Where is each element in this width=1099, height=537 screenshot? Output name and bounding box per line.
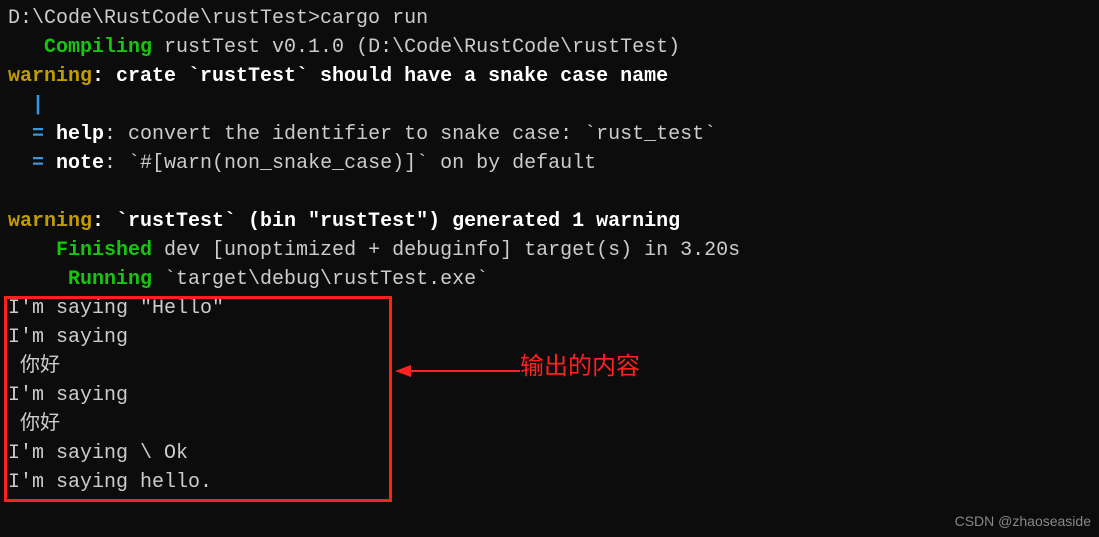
warning-text: : `rustTest` (bin "rustTest") generated … [92,210,680,233]
finished-line: Finished dev [unoptimized + debuginfo] t… [8,236,1091,265]
warning-label: warning [8,210,92,233]
compiling-label: Compiling [8,36,152,59]
running-label: Running [8,268,152,291]
watermark-text: CSDN @zhaoseaside [955,511,1091,531]
output-line-5: 你好 [8,410,1091,439]
help-line: = help: convert the identifier to snake … [8,120,1091,149]
running-text: `target\debug\rustTest.exe` [152,268,488,291]
output-line-4: I'm saying [8,381,1091,410]
pipe-line: | [8,91,1091,120]
output-line-2: I'm saying [8,323,1091,352]
output-line-3: 你好 [8,352,1091,381]
pipe-indent: | [8,94,44,117]
prompt-line: D:\Code\RustCode\rustTest>cargo run [8,4,1091,33]
warning-line-1: warning: crate `rustTest` should have a … [8,62,1091,91]
finished-label: Finished [8,239,152,262]
warning-label: warning [8,65,92,88]
note-line: = note: `#[warn(non_snake_case)]` on by … [8,149,1091,178]
note-prefix: = [8,152,56,175]
finished-text: dev [unoptimized + debuginfo] target(s) … [152,239,740,262]
help-prefix: = [8,123,56,146]
help-label: help [56,123,104,146]
blank-line [8,178,1091,207]
terminal-output: D:\Code\RustCode\rustTest>cargo run Comp… [8,4,1091,497]
warning-line-2: warning: `rustTest` (bin "rustTest") gen… [8,207,1091,236]
running-line: Running `target\debug\rustTest.exe` [8,265,1091,294]
note-label: note [56,152,104,175]
compiling-line: Compiling rustTest v0.1.0 (D:\Code\RustC… [8,33,1091,62]
warning-text: : crate `rustTest` should have a snake c… [92,65,668,88]
help-text: : convert the identifier to snake case: … [104,123,716,146]
output-line-7: I'm saying hello. [8,468,1091,497]
output-line-1: I'm saying "Hello" [8,294,1091,323]
compiling-text: rustTest v0.1.0 (D:\Code\RustCode\rustTe… [152,36,680,59]
prompt-text: D:\Code\RustCode\rustTest>cargo run [8,7,428,30]
output-line-6: I'm saying \ Ok [8,439,1091,468]
note-text: : `#[warn(non_snake_case)]` on by defaul… [104,152,596,175]
